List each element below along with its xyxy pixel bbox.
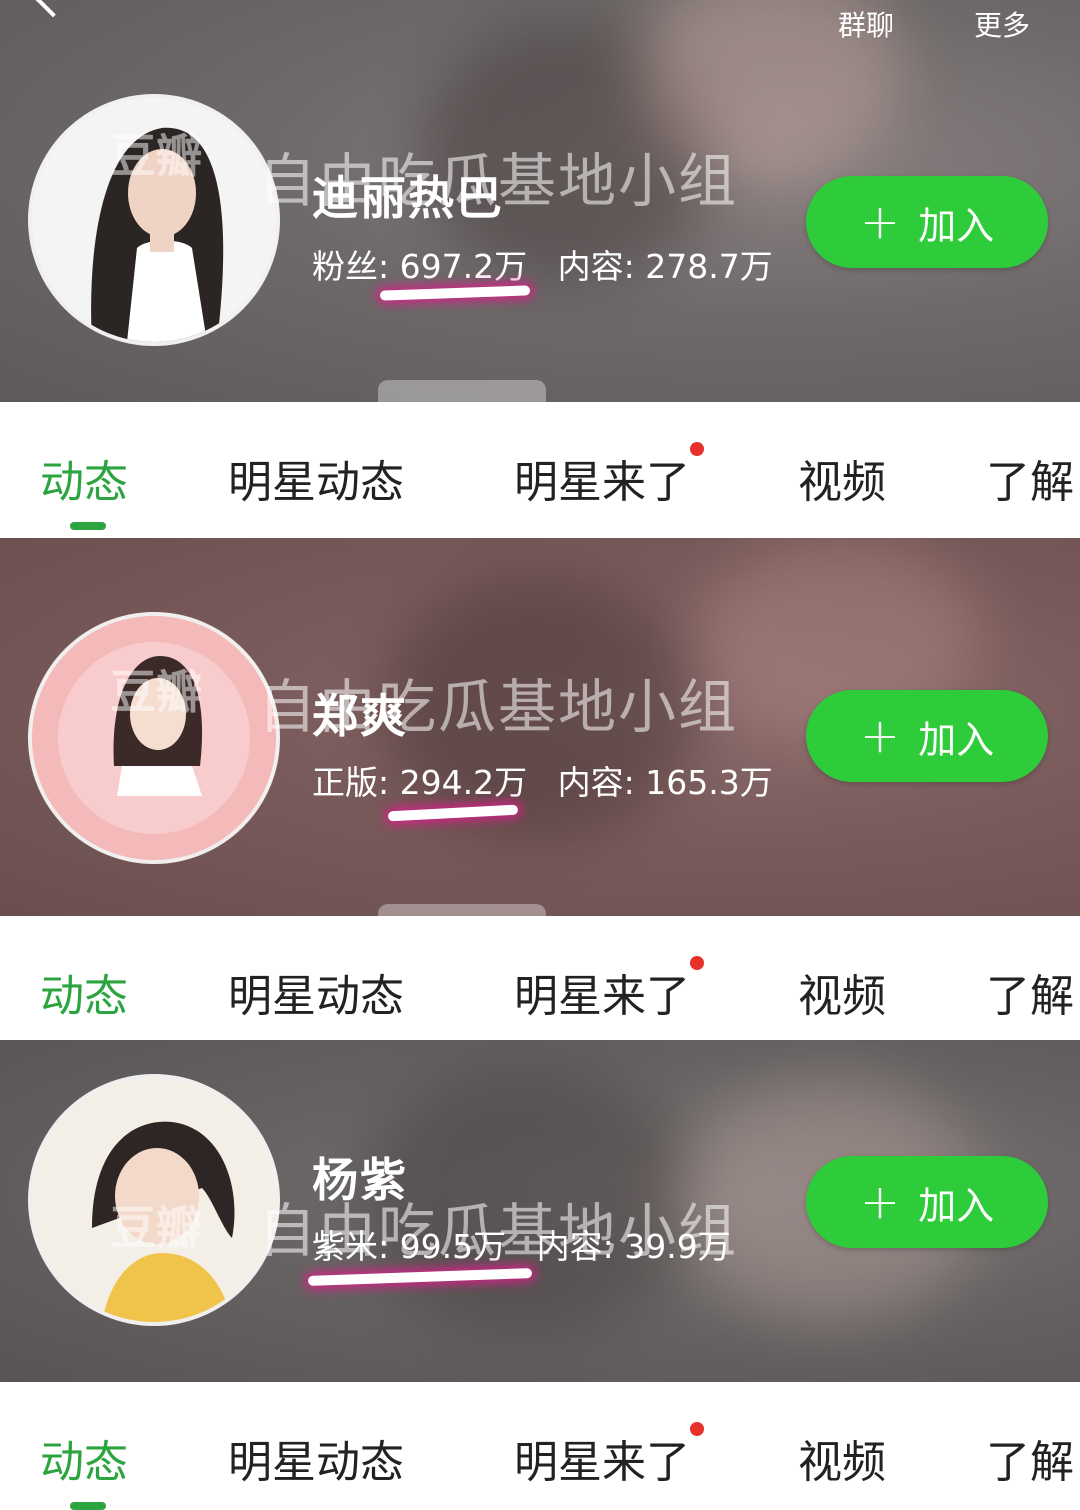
tab-star-arrived[interactable]: 明星来了 [514,960,690,1024]
notification-dot [690,956,704,970]
watermark-logo: 豆瓣 [110,1201,202,1255]
drag-handle [378,904,546,916]
tab-about[interactable]: 了解 [986,446,1074,510]
tab-about[interactable]: 了解 [986,960,1074,1024]
join-label: 加入 [918,717,995,762]
back-arrow-icon[interactable] [34,0,72,18]
tab-about[interactable]: 了解 [986,1426,1074,1490]
join-button[interactable]: + 加入 [806,1156,1048,1248]
tab-star-feed[interactable]: 明星动态 [228,446,404,510]
more-button[interactable]: 更多 [974,4,1030,44]
star-stats: 粉丝: 697.2万 内容: 278.7万 [312,240,773,288]
star-header-yangzi: 豆瓣 自由吃瓜基地小组 杨紫 紫米: 99.5万 内容: 39.9万 + 加入 [0,1040,1080,1382]
fans-label: 紫米: [312,1227,390,1266]
fans-count: 294.2万 [399,763,528,802]
active-tab-indicator [70,522,106,530]
fans-label: 正版: [312,763,390,802]
content-count: 165.3万 [645,763,773,802]
tab-feed[interactable]: 动态 [40,446,128,510]
star-name: 杨紫 [312,1153,408,1207]
group-chat-button[interactable]: 群聊 [838,4,894,44]
tab-video[interactable]: 视频 [798,446,886,510]
star-name: 迪丽热巴 [312,171,504,225]
top-bar: 群聊 更多 [0,0,1080,46]
star-header-zhengshuang: 豆瓣 自由吃瓜基地小组 郑爽 正版: 294.2万 内容: 165.3万 + 加… [0,538,1080,916]
star-stats: 紫米: 99.5万 内容: 39.9万 [312,1220,731,1268]
plus-icon: + [859,708,901,764]
join-label: 加入 [918,1183,995,1228]
plus-icon: + [859,1174,901,1230]
tab-feed[interactable]: 动态 [40,960,128,1024]
content-label: 内容: [557,763,635,802]
tab-bar: 动态 明星动态 明星来了 视频 了解 [0,1382,1080,1510]
tab-feed[interactable]: 动态 [40,1426,128,1490]
tab-star-feed[interactable]: 明星动态 [228,960,404,1024]
drag-handle [378,380,546,402]
tab-video[interactable]: 视频 [798,960,886,1024]
watermark-logo: 豆瓣 [110,129,202,183]
star-stats: 正版: 294.2万 内容: 165.3万 [312,756,773,804]
fans-label: 粉丝: [312,247,390,286]
tab-bar: 动态 明星动态 明星来了 视频 了解 [0,402,1080,538]
content-label: 内容: [557,247,635,286]
join-label: 加入 [918,203,995,248]
fans-count: 99.5万 [399,1227,507,1266]
tab-star-feed[interactable]: 明星动态 [228,1426,404,1490]
star-name: 郑爽 [312,689,408,743]
avatar[interactable] [32,616,276,860]
watermark-logo: 豆瓣 [110,665,202,719]
tab-star-arrived[interactable]: 明星来了 [514,446,690,510]
active-tab-indicator [70,1502,106,1510]
notification-dot [690,442,704,456]
tab-video[interactable]: 视频 [798,1426,886,1490]
star-header-dilireba: 群聊 更多 豆瓣 自由吃瓜基地小组 迪丽热巴 粉丝: 697.2万 内容: 27… [0,0,1080,402]
avatar-portrait-icon [32,616,276,860]
tab-bar: 动态 明星动态 明星来了 视频 了解 [0,916,1080,1040]
join-button[interactable]: + 加入 [806,690,1048,782]
notification-dot [690,1422,704,1436]
content-label: 内容: [536,1227,614,1266]
join-button[interactable]: + 加入 [806,176,1048,268]
content-count: 39.9万 [624,1227,731,1266]
fans-count: 697.2万 [399,247,528,286]
plus-icon: + [859,194,901,250]
content-count: 278.7万 [645,247,773,286]
tab-star-arrived[interactable]: 明星来了 [514,1426,690,1490]
